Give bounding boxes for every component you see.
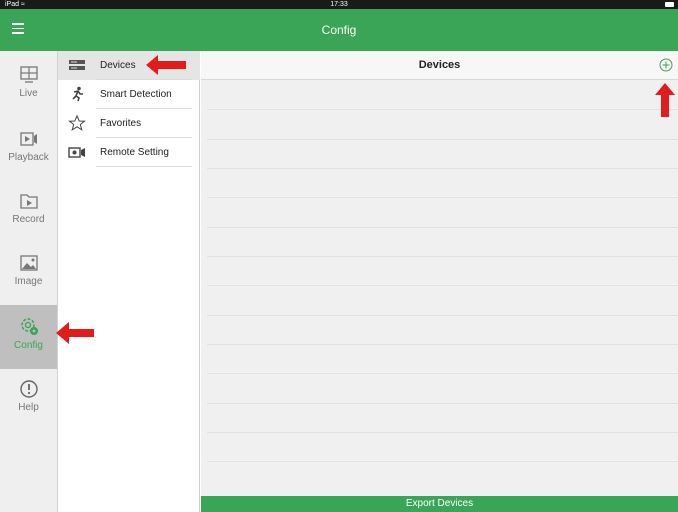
list-separator xyxy=(207,168,678,169)
annotation-arrow-left-icon xyxy=(146,55,186,75)
star-icon xyxy=(68,115,86,131)
playback-icon xyxy=(19,132,37,146)
gear-config-icon xyxy=(20,318,38,335)
status-time: 17:33 xyxy=(330,1,348,8)
list-separator xyxy=(207,432,678,433)
rail-label-help: Help xyxy=(18,402,39,413)
list-separator xyxy=(207,256,678,257)
rail-item-playback[interactable]: Playback xyxy=(0,129,57,191)
rail-item-live[interactable]: Live xyxy=(0,65,57,127)
menu-item-remote-setting[interactable]: Remote Setting xyxy=(58,138,200,167)
list-separator xyxy=(207,315,678,316)
list-separator xyxy=(207,285,678,286)
list-separator xyxy=(207,403,678,404)
menu-label-favorites: Favorites xyxy=(100,118,142,129)
divider xyxy=(96,166,192,167)
annotation-arrow-up-icon xyxy=(655,83,675,117)
status-bar: iPad ≈ 17:33 xyxy=(0,0,678,9)
page-title: Config xyxy=(321,23,357,37)
list-separator xyxy=(207,344,678,345)
device-rack-icon xyxy=(69,60,85,70)
rail-label-playback: Playback xyxy=(8,152,49,163)
remote-camera-icon xyxy=(68,147,85,158)
devices-panel: Devices Export Devices xyxy=(201,51,678,512)
image-icon xyxy=(19,255,38,271)
annotation-arrow-left-icon xyxy=(56,322,94,344)
add-device-icon[interactable] xyxy=(659,58,673,72)
config-menu: Devices Smart Detection Favorites Remote… xyxy=(58,51,200,512)
rail-item-config[interactable]: Config xyxy=(0,305,57,369)
rail-label-image: Image xyxy=(14,276,43,287)
help-icon xyxy=(19,380,38,398)
menu-item-favorites[interactable]: Favorites xyxy=(58,109,200,138)
list-separator xyxy=(207,139,678,140)
rail-item-record[interactable]: Record xyxy=(0,191,57,253)
battery-icon xyxy=(665,2,674,7)
devices-title: Devices xyxy=(418,59,461,71)
rail-label-record: Record xyxy=(12,214,45,225)
folder-play-icon xyxy=(19,194,38,209)
menu-item-smart-detection[interactable]: Smart Detection xyxy=(58,80,200,109)
sidebar-rail: Live Playback Record Image Config Help xyxy=(0,51,58,512)
list-separator xyxy=(207,373,678,374)
monitor-grid-icon xyxy=(19,66,38,83)
devices-header: Devices xyxy=(201,51,678,80)
menu-label-remote-setting: Remote Setting xyxy=(100,147,169,158)
list-separator xyxy=(207,197,678,198)
list-separator xyxy=(207,227,678,228)
list-separator xyxy=(207,461,678,462)
rail-item-help[interactable]: Help xyxy=(0,379,57,441)
list-separator xyxy=(207,109,678,110)
menu-label-devices: Devices xyxy=(100,60,136,71)
rail-label-config: Config xyxy=(14,340,43,351)
running-person-icon xyxy=(72,86,83,102)
rail-label-live: Live xyxy=(19,88,38,99)
nav-bar: Config xyxy=(0,9,678,51)
menu-label-smart-detection: Smart Detection xyxy=(100,89,172,100)
export-devices-button[interactable]: Export Devices xyxy=(201,496,678,512)
